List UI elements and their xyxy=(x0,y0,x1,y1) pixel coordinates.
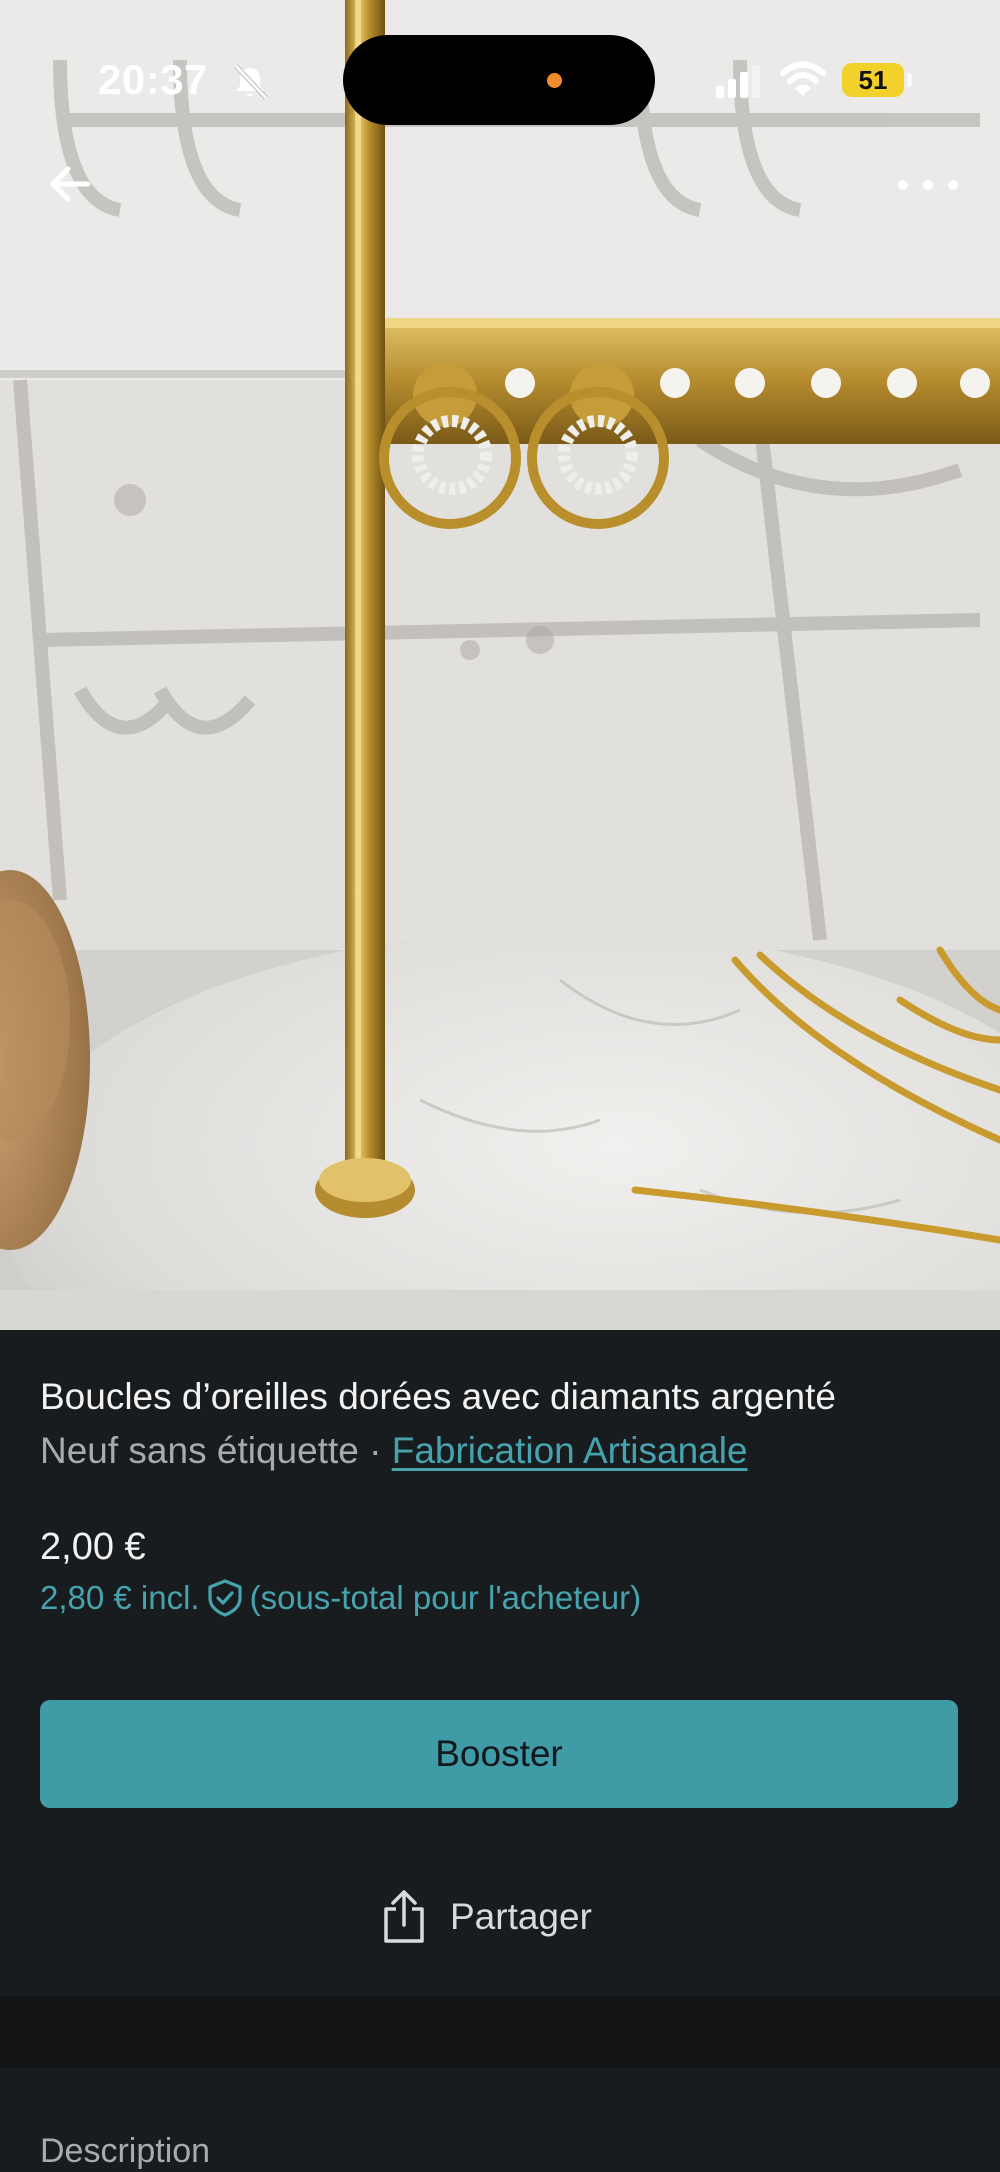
share-button-label: Partager xyxy=(450,1896,592,1937)
wifi-icon xyxy=(780,61,826,96)
item-condition: Neuf sans étiquette xyxy=(40,1430,359,1471)
battery-icon: 51 xyxy=(842,63,904,97)
signal-icon xyxy=(716,65,760,98)
section-divider xyxy=(0,1996,1000,2068)
product-photo-illustration xyxy=(0,0,1000,1330)
item-price: 2,00 € xyxy=(40,1526,146,1568)
battery-tip xyxy=(907,73,912,87)
buyer-price-note: (sous-total pour l'acheteur) xyxy=(249,1579,642,1616)
share-icon xyxy=(384,1890,424,1943)
meta-separator: · xyxy=(358,1430,392,1471)
description-section: Description xyxy=(0,2068,1000,2172)
more-dot xyxy=(948,180,958,190)
description-label: Description xyxy=(40,2132,211,2170)
more-dot xyxy=(923,180,933,190)
more-dot xyxy=(898,180,908,190)
brand-link[interactable]: Fabrication Artisanale xyxy=(392,1430,748,1471)
booster-button[interactable]: Booster xyxy=(40,1700,958,1808)
item-details: Boucles d’oreilles dorées avec diamants … xyxy=(0,1330,1000,1996)
bell-slash-icon xyxy=(234,64,268,100)
item-meta: Neuf sans étiquette · Fabrication Artisa… xyxy=(40,1430,748,1472)
status-bar: 20:37 51 xyxy=(0,0,1000,150)
product-photo[interactable] xyxy=(0,0,1000,1330)
share-button[interactable]: Partager xyxy=(380,1882,592,1952)
buyer-price[interactable]: 2,80 € incl. (sous-total pour l'acheteur… xyxy=(40,1578,641,1618)
privacy-indicator-dot xyxy=(547,73,562,88)
item-title: Boucles d’oreilles dorées avec diamants … xyxy=(40,1376,836,1417)
buyer-price-value: 2,80 € incl. xyxy=(40,1579,200,1616)
status-time: 20:37 xyxy=(98,56,208,103)
dynamic-island xyxy=(343,35,655,125)
back-button[interactable] xyxy=(44,158,96,210)
more-options-button[interactable] xyxy=(898,170,958,200)
shield-check-icon xyxy=(208,1579,242,1617)
booster-button-label: Booster xyxy=(435,1733,563,1774)
